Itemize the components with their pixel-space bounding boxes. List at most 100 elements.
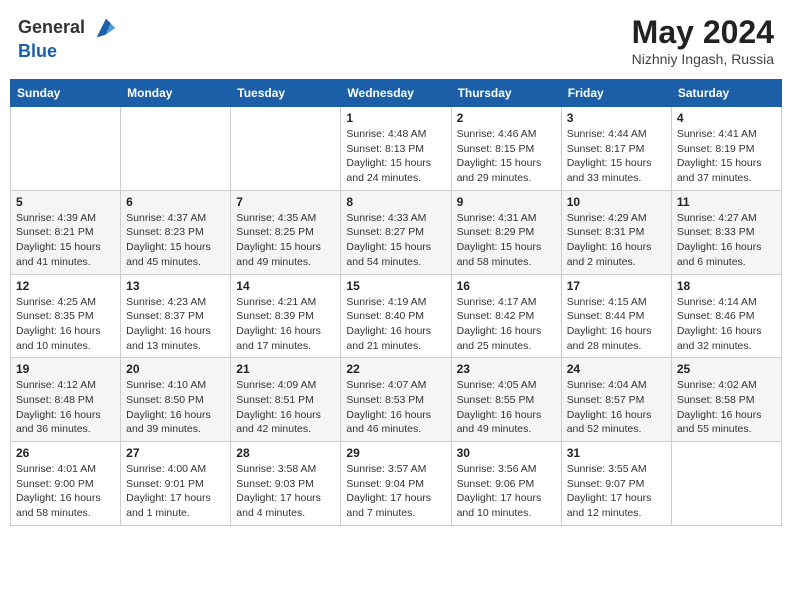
calendar-cell: 16 Sunrise: 4:17 AMSunset: 8:42 PMDayligh…: [451, 274, 561, 358]
day-number: 29: [346, 446, 445, 460]
calendar-cell: 22 Sunrise: 4:07 AMSunset: 8:53 PMDayligh…: [341, 358, 451, 442]
calendar-cell: 30Sunrise: 3:56 AMSunset: 9:06 PMDayligh…: [451, 442, 561, 526]
calendar-header-row: SundayMondayTuesdayWednesdayThursdayFrid…: [11, 80, 782, 107]
location-subtitle: Nizhniy Ingash, Russia: [632, 51, 774, 67]
day-info: Sunrise: 4:44 AMSunset: 8:17 PMDaylight:…: [567, 127, 666, 186]
day-info: Sunrise: 4:23 AMSunset: 8:37 PMDaylight:…: [126, 295, 225, 354]
day-number: 23: [457, 362, 556, 376]
calendar-cell: 21 Sunrise: 4:09 AMSunset: 8:51 PMDayligh…: [231, 358, 341, 442]
day-number: 19: [16, 362, 115, 376]
day-info: Sunrise: 4:12 AMSunset: 8:48 PMDaylight:…: [16, 378, 115, 437]
logo-icon: [92, 14, 120, 42]
day-info: Sunrise: 4:04 AMSunset: 8:57 PMDaylight:…: [567, 378, 666, 437]
day-number: 4: [677, 111, 776, 125]
day-info: Sunrise: 4:15 AMSunset: 8:44 PMDaylight:…: [567, 295, 666, 354]
calendar-cell: 2 Sunrise: 4:46 AMSunset: 8:15 PMDaylight…: [451, 107, 561, 191]
calendar-cell: 12Sunrise: 4:25 AMSunset: 8:35 PMDayligh…: [11, 274, 121, 358]
day-number: 11: [677, 195, 776, 209]
day-number: 15: [346, 279, 445, 293]
calendar-cell: 13 Sunrise: 4:23 AMSunset: 8:37 PMDayligh…: [121, 274, 231, 358]
day-number: 9: [457, 195, 556, 209]
day-number: 30: [457, 446, 556, 460]
calendar-table: SundayMondayTuesdayWednesdayThursdayFrid…: [10, 79, 782, 526]
day-info: Sunrise: 4:29 AMSunset: 8:31 PMDaylight:…: [567, 211, 666, 270]
day-info: Sunrise: 4:37 AMSunset: 8:23 PMDaylight:…: [126, 211, 225, 270]
day-info: Sunrise: 4:35 AMSunset: 8:25 PMDaylight:…: [236, 211, 335, 270]
day-number: 25: [677, 362, 776, 376]
day-number: 6: [126, 195, 225, 209]
day-info: Sunrise: 4:17 AMSunset: 8:42 PMDaylight:…: [457, 295, 556, 354]
logo-text-general: General: [18, 17, 85, 37]
calendar-cell: 8 Sunrise: 4:33 AMSunset: 8:27 PMDaylight…: [341, 190, 451, 274]
day-of-week-header: Wednesday: [341, 80, 451, 107]
day-number: 5: [16, 195, 115, 209]
calendar-cell: 15Sunrise: 4:19 AMSunset: 8:40 PMDayligh…: [341, 274, 451, 358]
calendar-week-row: 5Sunrise: 4:39 AMSunset: 8:21 PMDaylight…: [11, 190, 782, 274]
page-header: General Blue May 2024 Nizhniy Ingash, Ru…: [10, 10, 782, 71]
day-info: Sunrise: 4:02 AMSunset: 8:58 PMDaylight:…: [677, 378, 776, 437]
title-area: May 2024 Nizhniy Ingash, Russia: [632, 14, 774, 67]
calendar-cell: 3Sunrise: 4:44 AMSunset: 8:17 PMDaylight…: [561, 107, 671, 191]
day-of-week-header: Friday: [561, 80, 671, 107]
calendar-cell: 19 Sunrise: 4:12 AMSunset: 8:48 PMDayligh…: [11, 358, 121, 442]
calendar-cell: 9 Sunrise: 4:31 AMSunset: 8:29 PMDaylight…: [451, 190, 561, 274]
calendar-cell: 1Sunrise: 4:48 AMSunset: 8:13 PMDaylight…: [341, 107, 451, 191]
calendar-week-row: 1Sunrise: 4:48 AMSunset: 8:13 PMDaylight…: [11, 107, 782, 191]
day-number: 7: [236, 195, 335, 209]
calendar-cell: 4Sunrise: 4:41 AMSunset: 8:19 PMDaylight…: [671, 107, 781, 191]
day-info: Sunrise: 3:57 AMSunset: 9:04 PMDaylight:…: [346, 462, 445, 521]
calendar-cell: 6 Sunrise: 4:37 AMSunset: 8:23 PMDaylight…: [121, 190, 231, 274]
day-of-week-header: Tuesday: [231, 80, 341, 107]
month-year-title: May 2024: [632, 14, 774, 51]
day-info: Sunrise: 3:55 AMSunset: 9:07 PMDaylight:…: [567, 462, 666, 521]
day-number: 14: [236, 279, 335, 293]
logo-text-blue: Blue: [18, 41, 57, 61]
day-number: 24: [567, 362, 666, 376]
day-of-week-header: Sunday: [11, 80, 121, 107]
day-info: Sunrise: 4:48 AMSunset: 8:13 PMDaylight:…: [346, 127, 445, 186]
day-number: 2: [457, 111, 556, 125]
calendar-cell: [121, 107, 231, 191]
day-info: Sunrise: 4:25 AMSunset: 8:35 PMDaylight:…: [16, 295, 115, 354]
day-info: Sunrise: 4:46 AMSunset: 8:15 PMDaylight:…: [457, 127, 556, 186]
day-info: Sunrise: 3:58 AMSunset: 9:03 PMDaylight:…: [236, 462, 335, 521]
calendar-cell: [11, 107, 121, 191]
calendar-cell: 29 Sunrise: 3:57 AMSunset: 9:04 PMDayligh…: [341, 442, 451, 526]
day-number: 16: [457, 279, 556, 293]
day-info: Sunrise: 4:14 AMSunset: 8:46 PMDaylight:…: [677, 295, 776, 354]
logo: General Blue: [18, 14, 120, 62]
calendar-cell: 11 Sunrise: 4:27 AMSunset: 8:33 PMDayligh…: [671, 190, 781, 274]
calendar-cell: 17Sunrise: 4:15 AMSunset: 8:44 PMDayligh…: [561, 274, 671, 358]
day-number: 13: [126, 279, 225, 293]
calendar-cell: 26Sunrise: 4:01 AMSunset: 9:00 PMDayligh…: [11, 442, 121, 526]
calendar-cell: 31 Sunrise: 3:55 AMSunset: 9:07 PMDayligh…: [561, 442, 671, 526]
calendar-body: 1Sunrise: 4:48 AMSunset: 8:13 PMDaylight…: [11, 107, 782, 526]
day-of-week-header: Monday: [121, 80, 231, 107]
day-info: Sunrise: 4:09 AMSunset: 8:51 PMDaylight:…: [236, 378, 335, 437]
day-number: 28: [236, 446, 335, 460]
day-info: Sunrise: 4:21 AMSunset: 8:39 PMDaylight:…: [236, 295, 335, 354]
day-info: Sunrise: 4:31 AMSunset: 8:29 PMDaylight:…: [457, 211, 556, 270]
calendar-cell: 5Sunrise: 4:39 AMSunset: 8:21 PMDaylight…: [11, 190, 121, 274]
day-of-week-header: Saturday: [671, 80, 781, 107]
calendar-cell: 7 Sunrise: 4:35 AMSunset: 8:25 PMDaylight…: [231, 190, 341, 274]
day-number: 27: [126, 446, 225, 460]
day-info: Sunrise: 4:00 AMSunset: 9:01 PMDaylight:…: [126, 462, 225, 521]
day-info: Sunrise: 4:07 AMSunset: 8:53 PMDaylight:…: [346, 378, 445, 437]
day-number: 31: [567, 446, 666, 460]
calendar-cell: 20Sunrise: 4:10 AMSunset: 8:50 PMDayligh…: [121, 358, 231, 442]
day-number: 10: [567, 195, 666, 209]
day-info: Sunrise: 4:05 AMSunset: 8:55 PMDaylight:…: [457, 378, 556, 437]
day-of-week-header: Thursday: [451, 80, 561, 107]
day-info: Sunrise: 4:27 AMSunset: 8:33 PMDaylight:…: [677, 211, 776, 270]
calendar-cell: [671, 442, 781, 526]
calendar-cell: 28 Sunrise: 3:58 AMSunset: 9:03 PMDayligh…: [231, 442, 341, 526]
calendar-cell: 23 Sunrise: 4:05 AMSunset: 8:55 PMDayligh…: [451, 358, 561, 442]
calendar-week-row: 12Sunrise: 4:25 AMSunset: 8:35 PMDayligh…: [11, 274, 782, 358]
day-number: 8: [346, 195, 445, 209]
day-number: 22: [346, 362, 445, 376]
day-number: 21: [236, 362, 335, 376]
calendar-cell: 24 Sunrise: 4:04 AMSunset: 8:57 PMDayligh…: [561, 358, 671, 442]
day-number: 18: [677, 279, 776, 293]
day-info: Sunrise: 4:33 AMSunset: 8:27 PMDaylight:…: [346, 211, 445, 270]
